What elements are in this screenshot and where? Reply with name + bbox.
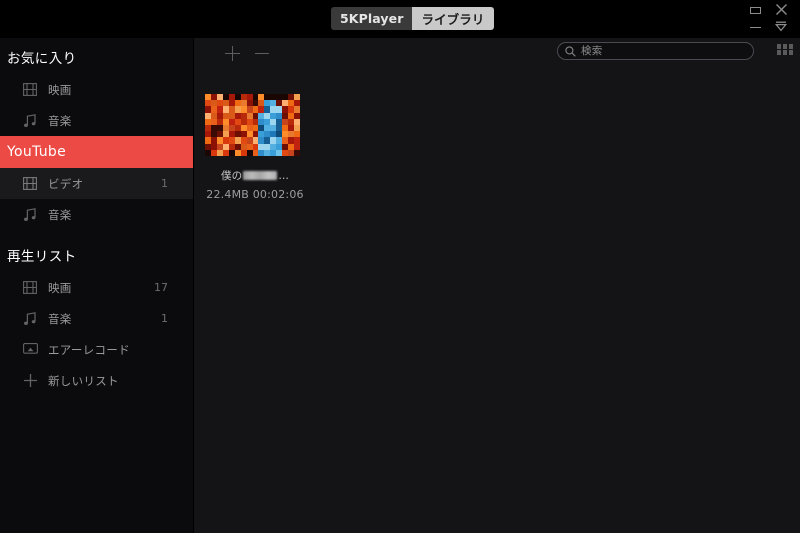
music-note-icon <box>22 113 38 129</box>
film-icon <box>22 82 38 98</box>
sidebar-item-label: 映画 <box>48 82 72 98</box>
plus-icon <box>22 373 38 389</box>
minimize-button[interactable] <box>746 20 764 35</box>
music-note-icon <box>22 207 38 223</box>
sidebar-item-favorites-movies[interactable]: 映画 <box>0 74 193 105</box>
sidebar-section-youtube-title[interactable]: YouTube <box>0 136 193 168</box>
sidebar-item-label: 映画 <box>48 280 72 296</box>
sidebar-item-playlist-movies[interactable]: 映画 17 <box>0 272 193 303</box>
square-icon <box>750 7 761 14</box>
content-toolbar <box>194 38 800 67</box>
sidebar-section-playlist-title: 再生リスト <box>0 242 193 272</box>
search-input[interactable] <box>581 45 741 57</box>
media-grid: 僕の … 22.4MB 00:02:06 <box>194 67 800 201</box>
sidebar-item-count: 1 <box>161 312 168 325</box>
download-icon <box>774 20 788 33</box>
airplay-icon <box>22 342 38 358</box>
sidebar-item-count: 1 <box>161 177 168 190</box>
app-window: 5KPlayer ライブラリ お気に入り 映画 音楽 YouTube ビデオ 1… <box>0 0 800 533</box>
film-icon <box>22 280 38 296</box>
maximize-button[interactable] <box>746 3 764 18</box>
media-title-suffix: … <box>278 170 289 182</box>
sidebar-item-youtube-video[interactable]: ビデオ 1 <box>0 168 193 199</box>
download-button[interactable] <box>772 19 790 34</box>
window-controls <box>744 2 796 36</box>
media-tile[interactable]: 僕の … 22.4MB 00:02:06 <box>205 94 305 201</box>
sidebar-item-label: 新しいリスト <box>48 373 119 389</box>
sidebar-item-airrecord[interactable]: エアーレコード <box>0 334 193 365</box>
title-bar: 5KPlayer ライブラリ <box>0 0 800 38</box>
sidebar-item-label: 音楽 <box>48 207 72 223</box>
sidebar-item-favorites-music[interactable]: 音楽 <box>0 105 193 136</box>
tab-5kplayer[interactable]: 5KPlayer <box>331 7 412 30</box>
close-button[interactable] <box>772 2 790 17</box>
media-title: 僕の … <box>205 168 305 183</box>
search-icon <box>565 46 576 57</box>
sidebar-item-playlist-music[interactable]: 音楽 1 <box>0 303 193 334</box>
media-thumbnail[interactable] <box>205 94 300 156</box>
sidebar-item-label: エアーレコード <box>48 342 130 358</box>
search-box[interactable] <box>557 42 754 60</box>
media-title-prefix: 僕の <box>221 168 242 183</box>
sidebar-item-new-list[interactable]: 新しいリスト <box>0 365 193 396</box>
close-icon <box>775 3 788 16</box>
music-note-icon <box>22 311 38 327</box>
film-icon <box>22 176 38 192</box>
remove-button[interactable] <box>252 43 272 63</box>
sidebar-item-label: 音楽 <box>48 113 72 129</box>
sidebar-item-label: ビデオ <box>48 176 83 192</box>
sidebar-item-label: 音楽 <box>48 311 72 327</box>
tab-library[interactable]: ライブラリ <box>412 7 493 30</box>
media-meta: 22.4MB 00:02:06 <box>205 188 305 201</box>
grid-view-icon[interactable] <box>777 44 793 57</box>
sidebar-section-favorites-title: お気に入り <box>0 44 193 74</box>
mode-tab-group: 5KPlayer ライブラリ <box>331 7 494 30</box>
minus-icon <box>750 27 761 28</box>
sidebar-item-count: 17 <box>154 281 168 294</box>
main-content: 僕の … 22.4MB 00:02:06 <box>194 38 800 533</box>
media-title-redacted <box>243 171 277 180</box>
sidebar: お気に入り 映画 音楽 YouTube ビデオ 1 音楽 再生リスト 映画 17… <box>0 38 194 533</box>
sidebar-item-youtube-music[interactable]: 音楽 <box>0 199 193 230</box>
add-button[interactable] <box>222 43 242 63</box>
